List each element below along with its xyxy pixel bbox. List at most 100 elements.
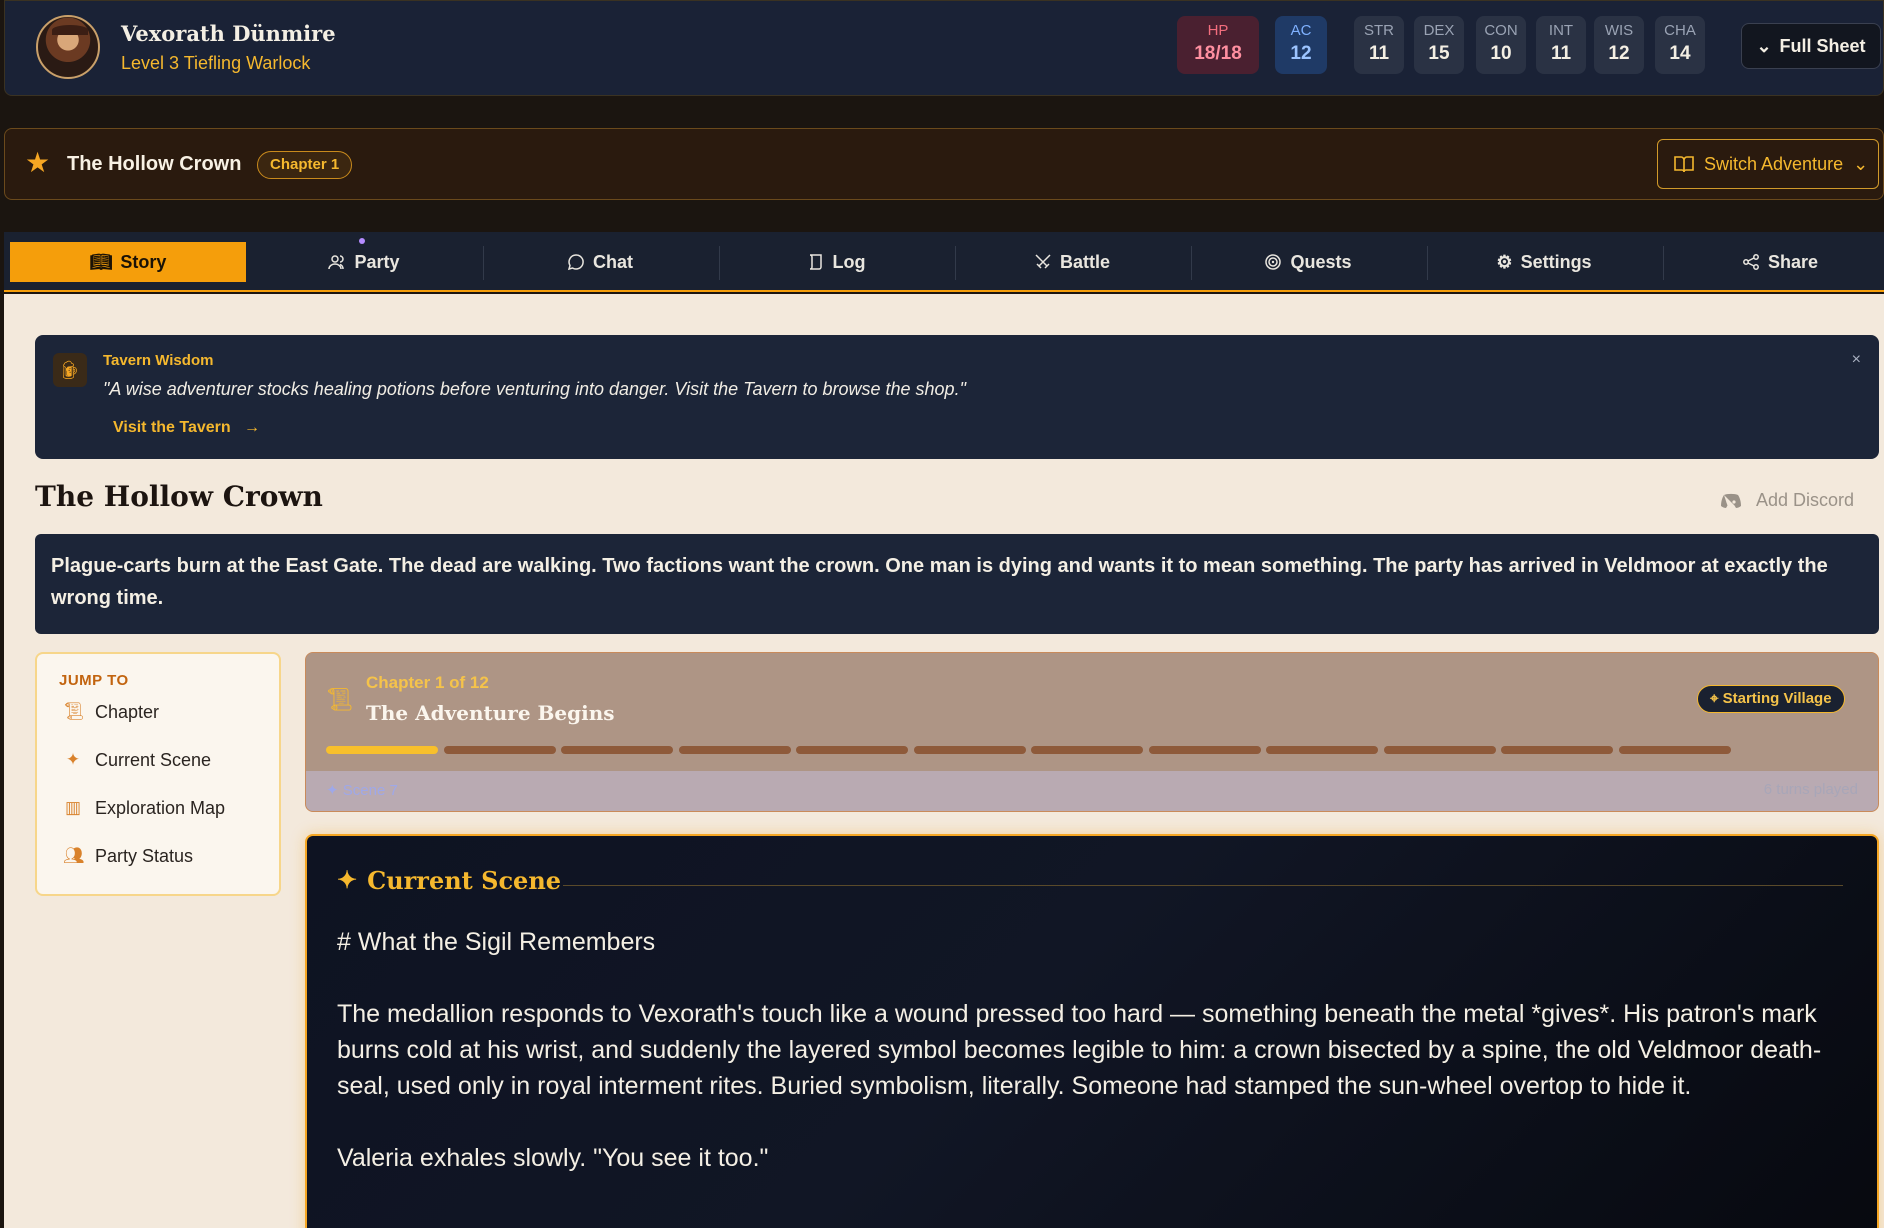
tab-battle[interactable]: Battle xyxy=(954,242,1190,282)
tab-log[interactable]: Log xyxy=(718,242,954,282)
beer-mug-icon: 🍺︎ xyxy=(53,353,87,387)
current-scene-title: Current Scene xyxy=(367,866,562,895)
users-icon xyxy=(328,255,345,270)
notification-dot xyxy=(359,238,365,244)
jump-item-chapter[interactable]: 📜︎ Chapter xyxy=(63,698,159,726)
main-nav: 📖︎ Story Party Chat Log Battle Quests ⚙ Se… xyxy=(4,232,1884,292)
character-avatar[interactable] xyxy=(36,15,100,79)
current-scene-card: ✦ Current Scene # What the Sigil Remembe… xyxy=(305,834,1879,1228)
chapter-card: 📜︎ Chapter 1 of 12 The Adventure Begins … xyxy=(305,652,1879,812)
users-icon: 👥︎ xyxy=(63,846,85,865)
sparkles-icon: ✦ xyxy=(337,867,358,894)
adventure-title: The Hollow Crown xyxy=(67,153,242,175)
scroll-icon xyxy=(809,254,822,270)
tab-story[interactable]: 📖︎ Story xyxy=(10,242,246,282)
scroll-icon: 📜︎ xyxy=(326,687,354,712)
progress-segment xyxy=(443,746,556,754)
divider xyxy=(563,885,1843,886)
ability-str: STR 11 xyxy=(1354,16,1404,74)
scene-label-text: Scene 7 xyxy=(342,782,398,799)
tab-settings[interactable]: ⚙ Settings xyxy=(1426,242,1662,282)
full-sheet-label: Full Sheet xyxy=(1779,35,1866,56)
switch-adventure-label: Switch Adventure xyxy=(1704,153,1844,174)
jump-item-exploration-map[interactable]: ▥ Exploration Map xyxy=(63,794,225,822)
sparkles-icon: ✦ xyxy=(65,750,81,769)
ability-label: DEX xyxy=(1423,22,1455,39)
hp-value: 18/18 xyxy=(1194,43,1242,64)
star-icon: ★ xyxy=(25,147,51,178)
main-content: 🍺︎ Tavern Wisdom "A wise adventurer stoc… xyxy=(4,294,1884,1228)
progress-segment xyxy=(1266,746,1378,754)
jump-to-panel: JUMP TO 📜︎ Chapter ✦ Current Scene ▥ Explor… xyxy=(35,652,281,896)
ability-dex: DEX 15 xyxy=(1414,16,1464,74)
book-open-icon xyxy=(1674,156,1694,173)
ac-value: 12 xyxy=(1290,43,1312,64)
hp-stat: HP 18/18 xyxy=(1177,16,1259,74)
jump-item-label: Current Scene xyxy=(95,749,212,770)
progress-segment xyxy=(1148,746,1261,754)
progress-segment xyxy=(1501,746,1613,754)
story-title: The Hollow Crown xyxy=(35,480,323,513)
ability-value: 11 xyxy=(1368,43,1390,64)
target-icon xyxy=(1265,254,1282,270)
progress-segment xyxy=(561,746,673,754)
tab-label: Log xyxy=(832,251,866,272)
ability-label: STR xyxy=(1364,22,1394,39)
chapter-badge: Chapter 1 xyxy=(257,151,353,179)
location-badge: ⌖ Starting Village xyxy=(1697,685,1845,713)
location-label: Starting Village xyxy=(1722,690,1832,707)
ability-wis: WIS 12 xyxy=(1594,16,1644,74)
adventure-bar: ★ The Hollow Crown Chapter 1 Switch Adve… xyxy=(4,128,1884,200)
gear-icon: ⚙ xyxy=(1496,251,1513,272)
switch-adventure-button[interactable]: Switch Adventure ⌄ xyxy=(1657,139,1879,189)
tip-title: Tavern Wisdom xyxy=(103,352,214,369)
close-icon[interactable]: × xyxy=(1852,351,1861,369)
ability-label: CON xyxy=(1484,22,1518,39)
tab-chat[interactable]: Chat xyxy=(482,242,718,282)
jump-item-label: Exploration Map xyxy=(95,797,226,818)
progress-segment xyxy=(1618,746,1731,754)
tab-quests[interactable]: Quests xyxy=(1190,242,1426,282)
scene-heading: # What the Sigil Remembers xyxy=(337,928,656,956)
chapter-name: The Adventure Begins xyxy=(366,701,615,725)
add-discord-button[interactable]: Add Discord xyxy=(1720,490,1854,511)
sparkles-icon: ✦ xyxy=(326,782,343,799)
scene-info-bar: ✦ Scene 7 6 turns played xyxy=(306,771,1878,811)
tab-party[interactable]: Party xyxy=(246,242,482,282)
tab-label: Share xyxy=(1767,251,1819,272)
map-pin-icon: ⌖ xyxy=(1710,690,1723,707)
tab-label: Party xyxy=(354,251,400,272)
turns-played: 6 turns played xyxy=(1763,781,1858,798)
story-summary: Plague-carts burn at the East Gate. The … xyxy=(35,534,1879,634)
hp-label: HP xyxy=(1207,22,1229,39)
scene-paragraph: Valeria exhales slowly. "You see it too.… xyxy=(337,1144,769,1172)
tab-share[interactable]: Share xyxy=(1662,242,1884,282)
ability-int: INT 11 xyxy=(1536,16,1586,74)
scene-label: ✦ Scene 7 xyxy=(326,781,398,799)
book-icon: 📖︎ xyxy=(89,251,113,272)
ability-value: 12 xyxy=(1608,43,1630,64)
ability-label: INT xyxy=(1548,22,1574,39)
current-scene-header: ✦ Current Scene xyxy=(337,866,561,895)
visit-tavern-link[interactable]: Visit the Tavern → xyxy=(113,419,260,437)
chapter-header: 📜︎ Chapter 1 of 12 The Adventure Begins … xyxy=(306,653,1878,771)
progress-segment xyxy=(678,746,791,754)
jump-item-label: Party Status xyxy=(95,845,194,866)
tab-label: Story xyxy=(120,251,167,272)
chevron-down-icon: ⌄ xyxy=(1853,153,1869,174)
swords-icon xyxy=(1035,254,1051,269)
discord-icon xyxy=(1721,493,1741,508)
tab-label: Quests xyxy=(1290,251,1352,272)
ability-label: CHA xyxy=(1664,22,1696,39)
ability-value: 14 xyxy=(1669,43,1691,64)
tip-banner: 🍺︎ Tavern Wisdom "A wise adventurer stoc… xyxy=(35,335,1879,459)
progress-segment xyxy=(1383,746,1496,754)
tab-label: Settings xyxy=(1520,251,1592,272)
tip-link-label: Visit the Tavern xyxy=(113,419,231,436)
ability-con: CON 10 xyxy=(1476,16,1526,74)
jump-item-party-status[interactable]: 👥︎ Party Status xyxy=(63,842,193,870)
ac-label: AC xyxy=(1290,22,1312,39)
full-sheet-button[interactable]: ⌄ Full Sheet xyxy=(1741,23,1881,69)
ability-cha: CHA 14 xyxy=(1655,16,1705,74)
jump-item-current-scene[interactable]: ✦ Current Scene xyxy=(63,746,211,774)
